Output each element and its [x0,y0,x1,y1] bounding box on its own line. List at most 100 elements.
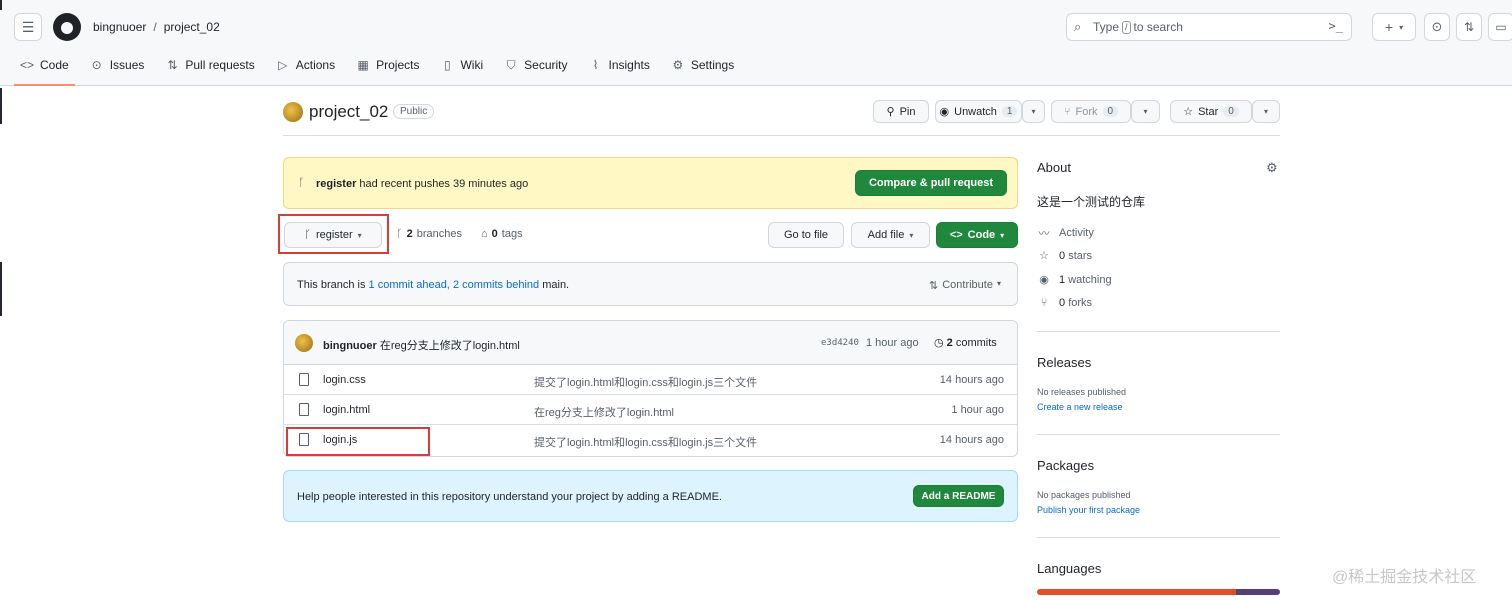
issue-opened-icon: ⊙ [1431,19,1443,34]
tab-settings[interactable]: ⚙ Settings [671,58,734,86]
tags-link[interactable]: ⌂ 0 tags [481,228,523,240]
star-dropdown-button[interactable]: ▾ [1252,100,1280,123]
recent-push-message: had recent pushes 39 minutes ago [359,178,529,190]
repo-name[interactable]: project_02 [309,102,388,122]
caret-down-icon: ▾ [1031,107,1036,116]
code-button[interactable]: <> Code ▾ [936,222,1018,248]
watching-link[interactable]: ◉ 1 watching [1037,273,1111,287]
command-palette-icon[interactable]: >_ [1329,19,1343,33]
search-placeholder-suffix: to search [1133,20,1183,34]
inbox-icon: ▭ [1495,20,1507,34]
tab-pull-requests[interactable]: ⇅ Pull requests [165,58,254,86]
stars-link[interactable]: ☆ 0 stars [1037,249,1092,263]
pin-button[interactable]: ⚲ Pin [873,100,929,123]
repo-forked-icon: ⑂ [1040,297,1048,309]
commit-sha[interactable]: e3d4240 [821,338,859,348]
pushed-branch-name[interactable]: register [316,178,356,190]
watermark: @稀土掘金技术社区 [1332,569,1477,586]
compare-pull-request-button[interactable]: Compare & pull request [855,170,1007,196]
book-icon: ▯ [444,58,451,72]
forks-link[interactable]: ⑂ 0 forks [1037,297,1092,309]
repo-description: 这是一个测试的仓库 [1037,195,1146,209]
file-row[interactable]: login.html 在reg分支上修改了login.html 1 hour a… [284,395,1017,425]
publish-package-link[interactable]: Publish your first package [1037,505,1140,515]
breadcrumb-separator: / [153,20,157,34]
commit-age: 1 hour ago [866,337,919,349]
divider [1037,537,1280,538]
commit-message[interactable]: 在reg分支上修改了login.html [380,340,520,352]
create-new-button[interactable]: + ▾ [1372,13,1416,41]
file-age: 1 hour ago [951,404,1004,416]
tab-label: Projects [376,58,420,72]
pin-label: Pin [899,105,916,118]
tab-issues[interactable]: ⊙ Issues [90,58,145,86]
commits-behind-link[interactable]: 2 commits behind [453,279,539,291]
pull-requests-button[interactable]: ⇅ [1456,13,1482,41]
inbox-button[interactable]: ▭ [1488,13,1512,41]
releases-heading[interactable]: Releases [1037,355,1091,370]
caret-down-icon: ▾ [1263,107,1268,116]
annotation-highlight-box [286,427,430,456]
tab-code[interactable]: <> Code [14,58,75,86]
search-shortcut-key: / [1122,20,1131,34]
branch-status-text: This branch is 1 commit ahead, 2 commits… [297,279,569,291]
fork-button[interactable]: ⑂ Fork 0 [1051,100,1131,123]
file-commit-message[interactable]: 提交了login.html和login.css和login.js三个文件 [534,434,757,450]
unwatch-label: Unwatch [954,105,997,118]
add-file-label: Add file [867,229,905,241]
unwatch-dropdown-button[interactable]: ▾ [1022,100,1045,123]
file-icon [299,373,309,386]
repo-forked-icon: ⑂ [1063,105,1071,118]
gear-icon[interactable]: ⚙ [1266,160,1278,176]
file-name[interactable]: login.html [323,404,370,416]
tab-wiki[interactable]: ▯ Wiki [440,58,483,86]
file-row[interactable]: login.css 提交了login.html和login.css和login.… [284,365,1017,395]
star-label: Star [1198,105,1219,118]
tab-projects[interactable]: ▦ Projects [356,58,419,86]
commits-history-link[interactable]: ◷ 2 commits [934,336,997,349]
visibility-badge: Public [393,104,435,119]
contribute-button[interactable]: ⇅ Contribute ▾ [929,279,1001,292]
branches-link[interactable]: ᚴ 2 branches [396,228,462,240]
file-age: 14 hours ago [939,374,1004,386]
fork-counter: 0 [1102,106,1119,117]
packages-heading[interactable]: Packages [1037,458,1094,473]
add-readme-button[interactable]: Add a README [913,485,1004,507]
tab-actions[interactable]: ▷ Actions [276,58,335,86]
owner-link[interactable]: bingnuoer [93,20,146,34]
owner-avatar[interactable] [283,102,303,122]
tab-label: Wiki [460,58,484,72]
issues-button[interactable]: ⊙ [1424,13,1450,41]
fork-dropdown-button[interactable]: ▾ [1131,100,1160,123]
commit-author-avatar[interactable] [295,334,313,352]
add-file-button[interactable]: Add file ▾ [851,222,930,248]
tab-insights[interactable]: ⌇ Insights [589,58,650,86]
star-button[interactable]: ☆ Star 0 [1170,100,1252,123]
commit-author[interactable]: bingnuoer [323,340,377,352]
releases-empty-text: No releases published [1037,387,1127,397]
go-to-file-button[interactable]: Go to file [768,222,844,248]
eye-icon: ◉ [1039,274,1049,286]
activity-label: Activity [1059,227,1094,239]
star-icon: ☆ [1183,106,1194,118]
commits-label: commits [955,337,997,349]
activity-link[interactable]: 〰 Activity [1037,225,1094,241]
github-logo[interactable] [53,13,81,41]
create-release-link[interactable]: Create a new release [1037,402,1123,412]
file-commit-message[interactable]: 在reg分支上修改了login.html [534,404,674,420]
caret-down-icon: ▾ [1000,230,1005,240]
branch-select-button[interactable]: ᚴ register ▾ [284,222,382,248]
branch-select-label: register [315,229,353,241]
file-name[interactable]: login.css [323,374,366,386]
menu-button[interactable]: ☰ [14,13,42,41]
unwatch-button[interactable]: ◉ Unwatch 1 [935,100,1022,123]
tab-security[interactable]: ⛉ Security [504,58,568,86]
file-commit-message[interactable]: 提交了login.html和login.css和login.js三个文件 [534,374,757,390]
git-pull-request-icon: ⇅ [1463,20,1475,34]
code-icon: <> [949,229,963,241]
search-input[interactable]: ⌕ Type / to search >_ [1066,13,1352,41]
commits-ahead-link[interactable]: 1 commit ahead, [369,279,450,291]
repo-link[interactable]: project_02 [164,20,220,34]
tab-label: Insights [608,58,650,72]
commits-count: 2 [946,337,953,349]
